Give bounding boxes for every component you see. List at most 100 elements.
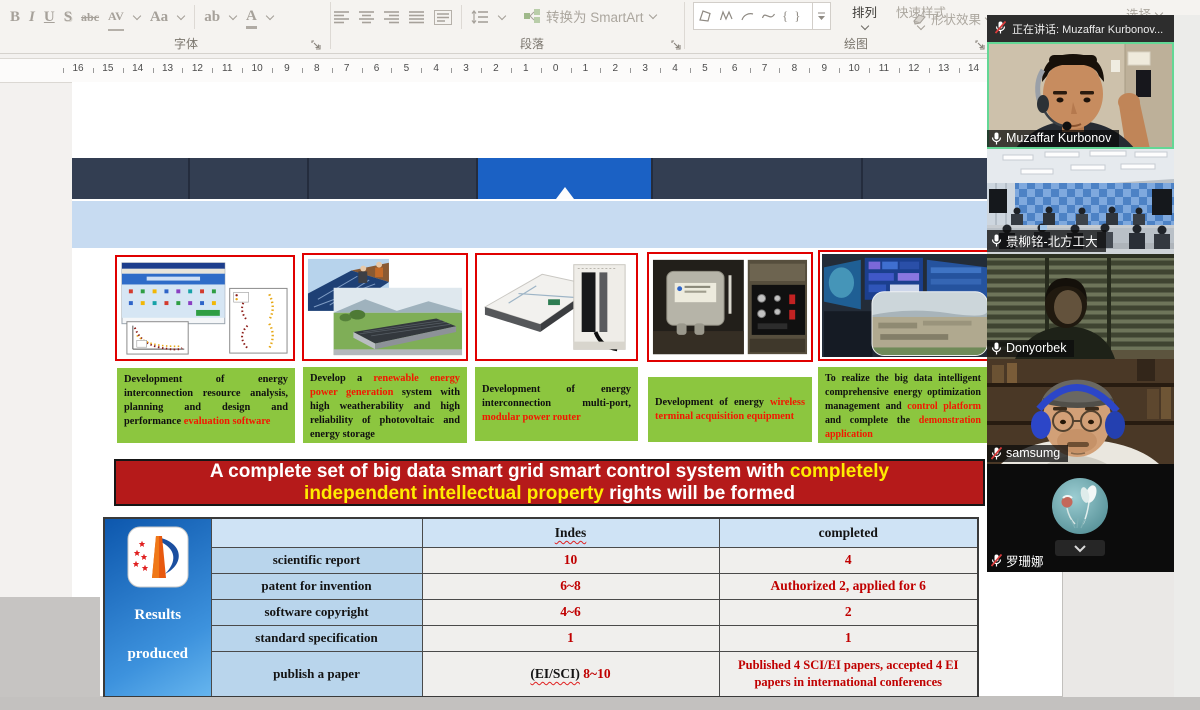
table-row[interactable]: patent for invention6~8Authorized 2, app… bbox=[104, 573, 978, 599]
table-cell: standard specification bbox=[211, 625, 422, 651]
slide-image-solar-plant[interactable] bbox=[302, 253, 468, 361]
slide-image-analysis-software[interactable] bbox=[115, 255, 295, 361]
justify-icon[interactable] bbox=[409, 10, 425, 24]
green-textbox-renewable-energy[interactable]: Develop a renewable energy power generat… bbox=[303, 367, 467, 443]
green-textbox-control-platform[interactable]: To realize the big data intelligent comp… bbox=[818, 367, 988, 443]
table-row[interactable]: software copyright4~62 bbox=[104, 599, 978, 625]
right-brace-shape-icon[interactable]: } bbox=[794, 8, 800, 24]
results-label-line2: produced bbox=[111, 646, 205, 663]
align-left-icon[interactable] bbox=[334, 10, 350, 24]
results-produced-cell: Results produced bbox=[104, 518, 211, 697]
video-tile-muzaffar[interactable]: Muzaffar Kurbonov bbox=[987, 42, 1174, 149]
table-cell: (EI/SCI) 8~10 bbox=[422, 651, 719, 697]
slide-nav-segment-3[interactable] bbox=[309, 158, 478, 199]
green-textbox-wireless-terminal[interactable]: Development of energy wireless terminal … bbox=[648, 377, 812, 442]
speaking-now-label: 正在讲话: Muzaffar Kurbonov... bbox=[1012, 21, 1163, 37]
table-cell: 1 bbox=[422, 625, 719, 651]
convert-to-smartart-button[interactable]: 转换为 SmartArt bbox=[524, 6, 657, 26]
participant-name-chip: Muzaffar Kurbonov bbox=[987, 130, 1119, 147]
ruler: 1615141312111098765432101234567891011121… bbox=[0, 58, 990, 83]
table-row[interactable]: standard specification11 bbox=[104, 625, 978, 651]
group-divider bbox=[330, 2, 331, 49]
slide-image-wireless-terminal[interactable] bbox=[647, 252, 813, 362]
green-textbox-power-router[interactable]: Development of energy interconnection mu… bbox=[475, 367, 638, 441]
green-textbox-evaluation-software[interactable]: Development of energy interconnection re… bbox=[117, 368, 295, 443]
bold-icon[interactable]: B bbox=[10, 4, 20, 30]
paragraph-dialog-launcher-icon[interactable] bbox=[671, 38, 682, 49]
application-window: BIUSabc AV Aa ab A 字体 转换为 SmartArt 段落 bbox=[0, 0, 1200, 710]
slide-nav-segment-1[interactable] bbox=[72, 158, 190, 199]
arrange-label: 排列 bbox=[852, 2, 877, 21]
chevron-down-icon bbox=[648, 11, 656, 19]
text-shadow-icon[interactable]: S bbox=[64, 4, 72, 30]
video-call-panel[interactable]: 正在讲话: Muzaffar Kurbonov... bbox=[987, 15, 1174, 572]
slide-section-navbar[interactable] bbox=[72, 158, 1063, 199]
curve-shape-icon[interactable] bbox=[761, 9, 776, 23]
chevron-down-icon bbox=[860, 22, 868, 30]
table-row[interactable]: publish a paper(EI/SCI) 8~10Published 4 … bbox=[104, 651, 978, 697]
paragraph-button-group bbox=[334, 3, 506, 31]
change-case-icon[interactable]: Aa bbox=[150, 4, 168, 30]
table-cell: 2 bbox=[719, 599, 978, 625]
table-cell: 4~6 bbox=[422, 599, 719, 625]
strikethrough-icon[interactable]: abc bbox=[81, 4, 99, 30]
video-tile-samsumg[interactable]: samsumg bbox=[987, 359, 1174, 464]
table-row[interactable]: scientific report104 bbox=[104, 547, 978, 573]
table-cell: 1 bbox=[719, 625, 978, 651]
table-cell: 10 bbox=[422, 547, 719, 573]
text-direction-icon[interactable] bbox=[434, 10, 452, 25]
character-spacing-icon[interactable]: AV bbox=[108, 3, 124, 31]
table-header-completed: completed bbox=[719, 518, 978, 547]
collapse-panel-button[interactable] bbox=[1055, 540, 1105, 556]
font-dialog-launcher-icon[interactable] bbox=[311, 38, 322, 49]
table-cell: 4 bbox=[719, 547, 978, 573]
paragraph-group-label: 段落 bbox=[492, 35, 572, 52]
organization-logo bbox=[127, 526, 189, 588]
video-tile-luoshanna[interactable]: 罗珊娜 bbox=[987, 464, 1174, 572]
table-cell: publish a paper bbox=[211, 651, 422, 697]
font-group-label: 字体 bbox=[146, 35, 226, 52]
shapes-gallery-more-button[interactable] bbox=[812, 3, 826, 29]
arc-shape-icon[interactable] bbox=[740, 9, 755, 23]
slide-image-control-center[interactable] bbox=[818, 250, 993, 361]
chevron-down-icon bbox=[177, 12, 185, 20]
slide-nav-segment-4[interactable] bbox=[478, 158, 653, 199]
video-tile-donyorbek[interactable]: Donyorbek bbox=[987, 254, 1174, 359]
video-tile-classroom[interactable]: 景柳铭-北方工大 bbox=[987, 149, 1174, 254]
group-divider bbox=[684, 2, 685, 49]
chevron-down-icon bbox=[229, 12, 237, 20]
align-center-icon[interactable] bbox=[359, 10, 375, 24]
participant-name-chip: Donyorbek bbox=[987, 340, 1074, 357]
table-cell: 6~8 bbox=[422, 573, 719, 599]
drawing-dialog-launcher-icon[interactable] bbox=[975, 38, 986, 49]
speaking-now-header: 正在讲话: Muzaffar Kurbonov... bbox=[987, 15, 1174, 42]
chevron-down-icon bbox=[498, 12, 506, 20]
freeform-shape-icon[interactable] bbox=[698, 9, 713, 23]
table-header-empty bbox=[211, 518, 422, 547]
slide-accent-band[interactable] bbox=[72, 201, 1063, 248]
slide-nav-segment-5[interactable] bbox=[653, 158, 863, 199]
shape-effects-icon bbox=[912, 12, 927, 25]
slide-banner-headline[interactable]: A complete set of big data smart grid sm… bbox=[114, 459, 985, 506]
italic-icon[interactable]: I bbox=[29, 4, 35, 30]
shapes-gallery[interactable]: { } bbox=[693, 2, 831, 30]
align-right-icon[interactable] bbox=[384, 10, 400, 24]
separator bbox=[194, 5, 195, 29]
shape-effects-label: 形状效果 bbox=[931, 9, 981, 28]
underline-icon[interactable]: U bbox=[44, 4, 55, 30]
results-table[interactable]: Results produced Indes completed scienti… bbox=[103, 517, 979, 698]
table-header-indes: Indes bbox=[422, 518, 719, 547]
chevron-down-icon bbox=[266, 12, 274, 20]
slide-nav-segment-2[interactable] bbox=[190, 158, 309, 199]
left-brace-shape-icon[interactable]: { bbox=[782, 8, 788, 24]
table-cell: patent for invention bbox=[211, 573, 422, 599]
font-color-icon[interactable]: A bbox=[246, 6, 257, 29]
panel-right-gutter bbox=[1174, 15, 1200, 697]
line-spacing-icon[interactable] bbox=[471, 10, 489, 24]
scribble-shape-icon[interactable] bbox=[719, 9, 734, 23]
slide-image-power-router[interactable] bbox=[475, 253, 638, 361]
smartart-icon bbox=[524, 9, 541, 23]
text-highlight-icon[interactable]: ab bbox=[204, 4, 220, 30]
arrange-button[interactable]: 排列 bbox=[852, 2, 877, 31]
shape-effects-button[interactable]: 形状效果 bbox=[912, 9, 993, 28]
